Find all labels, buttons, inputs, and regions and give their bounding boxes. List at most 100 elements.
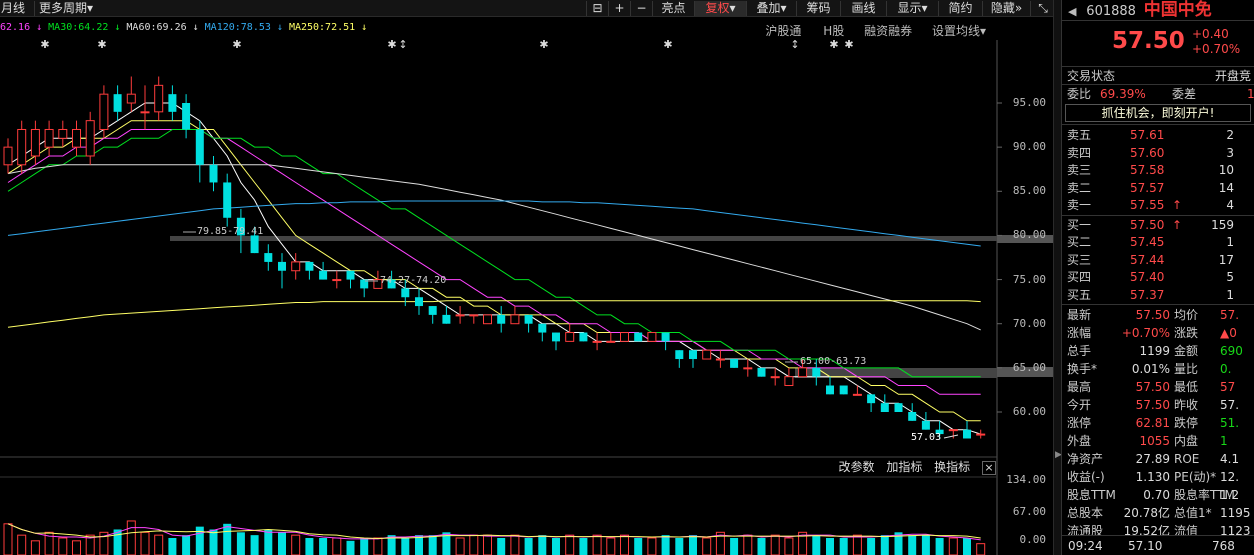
volume-bar — [182, 535, 191, 555]
level-label: 买一 — [1067, 217, 1092, 232]
quote-row: 换手* 0.01% 量比 0. — [1062, 360, 1254, 378]
candle-body — [401, 288, 410, 298]
ask-row[interactable]: 卖三 57.58 10 — [1062, 162, 1254, 180]
ask-row[interactable]: 卖四 57.60 3 — [1062, 145, 1254, 163]
volume-bar — [58, 537, 68, 555]
candle-body — [44, 128, 54, 148]
bid-row[interactable]: 买一 57.50 159 ↑ — [1062, 217, 1254, 235]
candle-body — [510, 314, 520, 325]
back-icon[interactable]: ◀ — [1068, 5, 1076, 18]
quote-label: PE(动)* — [1174, 470, 1217, 484]
level-price: 57.60 — [1130, 145, 1165, 160]
volume-bar — [126, 520, 136, 555]
quote-value: 57 — [1220, 380, 1236, 394]
price-tick-label: 80.00 — [1012, 228, 1046, 242]
quote-label: 涨幅 — [1067, 326, 1092, 340]
level-price: 57.58 — [1130, 163, 1165, 177]
level-qty: 2 — [1226, 128, 1234, 142]
volume-bar — [908, 535, 917, 555]
candle-body — [770, 376, 780, 379]
quote-label: 总手 — [1067, 344, 1092, 358]
volume-bar — [305, 537, 314, 555]
bid-row[interactable]: 买五 57.37 1 — [1062, 287, 1254, 305]
volume-bar — [743, 534, 753, 555]
bid-row[interactable]: 买二 57.45 1 — [1062, 234, 1254, 252]
change-percent: +0.70% — [1192, 42, 1241, 56]
candle-body — [715, 358, 725, 361]
candle-body — [291, 261, 301, 272]
range-annotation: 79.85-79.41 — [197, 226, 264, 237]
candle-body — [305, 261, 314, 271]
price-tick-label: 95.00 — [1012, 96, 1046, 109]
volume-bar — [935, 537, 944, 555]
tick-time: 09:24 — [1068, 539, 1103, 553]
candle-body — [538, 323, 547, 333]
volume-bar — [880, 535, 889, 555]
ask-row[interactable]: 卖一 57.55 4 ↑ — [1062, 197, 1254, 215]
candle-body — [278, 261, 286, 271]
candle-body — [647, 332, 657, 342]
level-label: 买四 — [1067, 270, 1092, 284]
level-qty: 1 — [1226, 235, 1234, 249]
quote-value: 51. — [1220, 416, 1240, 430]
volume-bar — [346, 540, 355, 555]
candle-body — [784, 376, 794, 387]
tick-volume: 768 — [1212, 539, 1235, 553]
quote-value: 57.50 — [1135, 398, 1170, 412]
bid-row[interactable]: 买三 57.44 17 — [1062, 252, 1254, 270]
panel-divider[interactable]: ▶ — [1053, 0, 1062, 555]
level-label: 卖三 — [1067, 163, 1092, 177]
level-qty: 1 — [1226, 287, 1234, 302]
change-amount: +0.40 — [1192, 27, 1229, 41]
volume-bar — [469, 534, 479, 555]
quote-row: 股息TTM 0.70 股息率TTM 1.2 — [1062, 486, 1254, 504]
quote-label: 内盘 — [1174, 434, 1199, 448]
ask-row[interactable]: 卖五 57.61 2 — [1062, 127, 1254, 145]
quote-value: 20.78亿 — [1123, 506, 1170, 520]
quote-row: 涨幅 +0.70% 涨跌 ▲0 — [1062, 324, 1254, 342]
quote-label: 涨跌 — [1174, 326, 1199, 340]
stock-header: ◀ 601888 中国中免 — [1062, 0, 1254, 20]
candle-body — [880, 403, 889, 412]
quote-label: 最新 — [1067, 308, 1092, 322]
weibi-row: 委比 69.39% 委差 1 — [1062, 84, 1254, 102]
quote-row: 最新 57.50 均价 57. — [1062, 306, 1254, 324]
price-tick-label: 60.00 — [1012, 405, 1046, 418]
quote-value: 27.89 — [1135, 452, 1170, 466]
ma-line-ma5 — [7, 102, 981, 435]
level-qty: 14 — [1218, 180, 1234, 195]
candle-body — [168, 94, 177, 112]
close-icon[interactable]: × — [982, 460, 996, 475]
quote-value: 57.50 — [1135, 308, 1170, 322]
change-params-button[interactable]: 改参数 — [838, 460, 874, 474]
level-price: 57.50 — [1130, 217, 1165, 232]
promo-banner[interactable]: 抓住机会，即刻开户! — [1065, 104, 1251, 122]
bid-row[interactable]: 买四 57.40 5 — [1062, 269, 1254, 287]
quote-label: 最高 — [1067, 380, 1092, 394]
candle-body — [113, 94, 122, 112]
add-indicator-button[interactable]: 加指标 — [886, 460, 922, 474]
volume-bar — [963, 537, 971, 555]
tick-row: 09:24 57.10 768 — [1062, 535, 1254, 555]
quote-label: 今开 — [1067, 398, 1092, 412]
candle-body — [743, 367, 753, 370]
trade-status-label: 交易状态 — [1067, 69, 1116, 83]
up-arrow-icon: ↑ — [1172, 217, 1183, 232]
volume-bar — [524, 537, 533, 555]
switch-indicator-button[interactable]: 换指标 — [934, 460, 970, 474]
volume-bar — [3, 523, 13, 555]
candle-body — [757, 367, 766, 377]
volume-bar — [401, 537, 410, 555]
volume-bar — [319, 537, 328, 555]
ask-row[interactable]: 卖二 57.57 14 — [1062, 180, 1254, 198]
level-price: 57.55 — [1130, 198, 1165, 212]
candle-body — [963, 429, 971, 439]
candle-body — [250, 235, 259, 254]
candle-body — [976, 433, 986, 436]
quote-value: 1.130 — [1135, 470, 1170, 484]
quote-label: 总股本 — [1067, 506, 1104, 520]
quote-label: 涨停 — [1067, 416, 1092, 430]
quote-value: 0.01% — [1131, 362, 1170, 376]
event-marker: ✱ — [232, 38, 241, 51]
volume-bar — [332, 537, 342, 555]
